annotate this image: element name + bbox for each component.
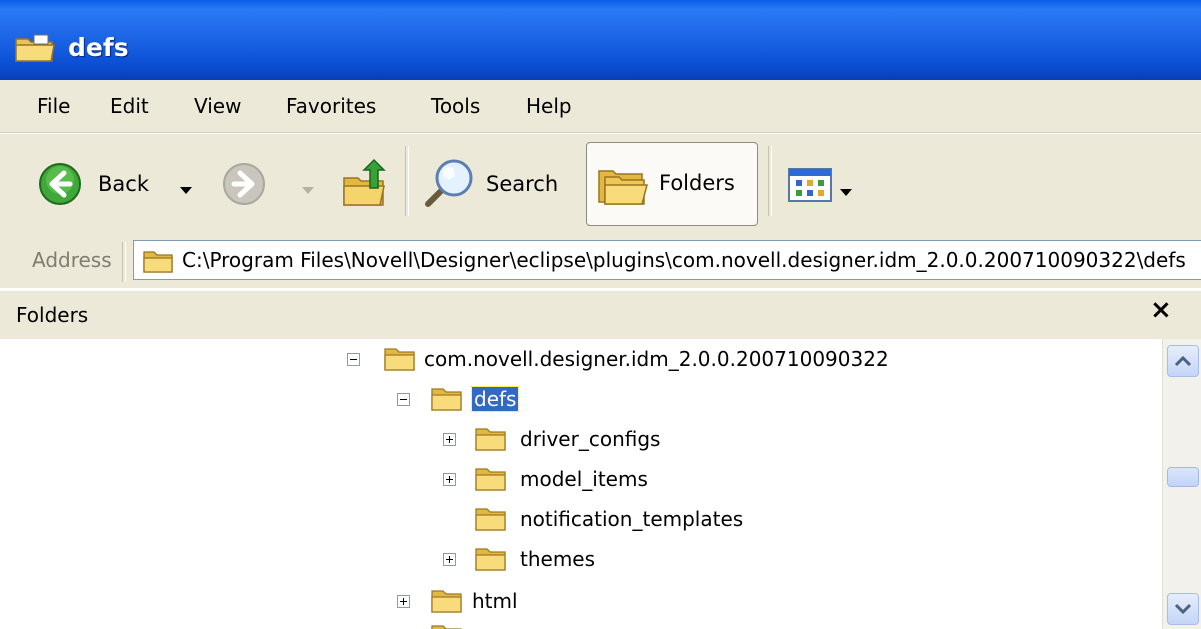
folder-icon [14, 33, 56, 67]
scroll-up-button[interactable] [1167, 345, 1199, 377]
tree-item-notification-templates[interactable]: notification_templates [0, 501, 1160, 537]
toolbar-separator [768, 146, 772, 216]
folder-icon [474, 426, 508, 456]
folder-icon [474, 466, 508, 496]
forward-button[interactable] [218, 144, 318, 222]
chevron-up-icon [1175, 355, 1191, 367]
open-folder-icon [430, 386, 464, 416]
menu-view[interactable]: View [194, 94, 241, 118]
title-bar[interactable]: defs [0, 0, 1201, 80]
menu-help[interactable]: Help [526, 94, 572, 118]
tree-label: driver_configs [520, 427, 661, 451]
up-folder-icon [340, 158, 390, 214]
tree-label: html [472, 589, 518, 613]
folder-icon [430, 588, 464, 618]
dropdown-arrow-icon [840, 182, 852, 201]
folder-icon [430, 623, 464, 629]
address-bar: Address C:\Program Files\Novell\Designer… [0, 232, 1201, 288]
menu-edit[interactable]: Edit [110, 94, 149, 118]
tree-item-root[interactable]: com.novell.designer.idm_2.0.0.2007100903… [0, 341, 1160, 377]
expand-icon[interactable] [443, 473, 456, 486]
tree-label: model_items [520, 467, 648, 491]
menu-bar: File Edit View Favorites Tools Help [0, 80, 1201, 133]
tree-label: notification_templates [520, 507, 744, 531]
pane-title: Folders [16, 303, 89, 327]
forward-arrow-icon [222, 162, 266, 210]
collapse-icon[interactable] [347, 353, 360, 366]
open-folder-icon [383, 346, 417, 376]
search-icon [420, 156, 476, 216]
up-folder-button[interactable] [332, 144, 398, 222]
back-button[interactable]: Back [32, 144, 207, 222]
views-icon [788, 168, 832, 206]
expand-icon[interactable] [397, 595, 410, 608]
views-button[interactable] [780, 144, 860, 222]
back-arrow-icon [38, 162, 82, 210]
expand-icon[interactable] [443, 553, 456, 566]
toolbar-separator [405, 146, 409, 216]
folder-icon [474, 506, 508, 536]
folders-button[interactable]: Folders [586, 142, 758, 226]
folders-pane-header: Folders × [0, 290, 1201, 340]
dropdown-arrow-icon [302, 180, 314, 199]
collapse-icon[interactable] [397, 393, 410, 406]
search-label: Search [486, 172, 559, 196]
scrollbar-thumb[interactable] [1167, 467, 1199, 487]
folder-icon [474, 546, 508, 576]
menu-favorites[interactable]: Favorites [286, 94, 376, 118]
toolbar: Back Search Folders [0, 133, 1201, 233]
folders-icon [595, 161, 651, 213]
tree-item-themes[interactable]: themes [0, 541, 1160, 577]
folder-icon [142, 248, 174, 278]
tree-label-selected: defs [470, 386, 520, 412]
menu-file[interactable]: File [37, 94, 70, 118]
tree-item-model-items[interactable]: model_items [0, 461, 1160, 497]
tree-label: themes [520, 547, 596, 571]
tree-item-defs[interactable]: defs [0, 381, 1160, 417]
address-value: C:\Program Files\Novell\Designer\eclipse… [182, 248, 1186, 272]
chevron-down-icon [1175, 603, 1191, 615]
scroll-down-button[interactable] [1167, 593, 1199, 625]
tree-item-driver-configs[interactable]: driver_configs [0, 421, 1160, 457]
folder-tree: com.novell.designer.idm_2.0.0.2007100903… [0, 339, 1162, 629]
address-label: Address [32, 248, 112, 272]
expand-icon[interactable] [443, 433, 456, 446]
folders-label: Folders [659, 171, 735, 195]
search-button[interactable]: Search [414, 144, 576, 222]
address-separator [122, 242, 126, 282]
menu-tools[interactable]: Tools [431, 94, 480, 118]
tree-item-html[interactable]: html [0, 583, 1160, 619]
window-title: defs [68, 33, 129, 62]
vertical-scrollbar[interactable] [1162, 339, 1201, 629]
tree-label: com.novell.designer.idm_2.0.0.2007100903… [424, 347, 889, 371]
close-icon[interactable]: × [1150, 295, 1172, 325]
dropdown-arrow-icon [180, 180, 192, 199]
back-label: Back [98, 172, 149, 196]
address-input[interactable]: C:\Program Files\Novell\Designer\eclipse… [133, 240, 1201, 280]
